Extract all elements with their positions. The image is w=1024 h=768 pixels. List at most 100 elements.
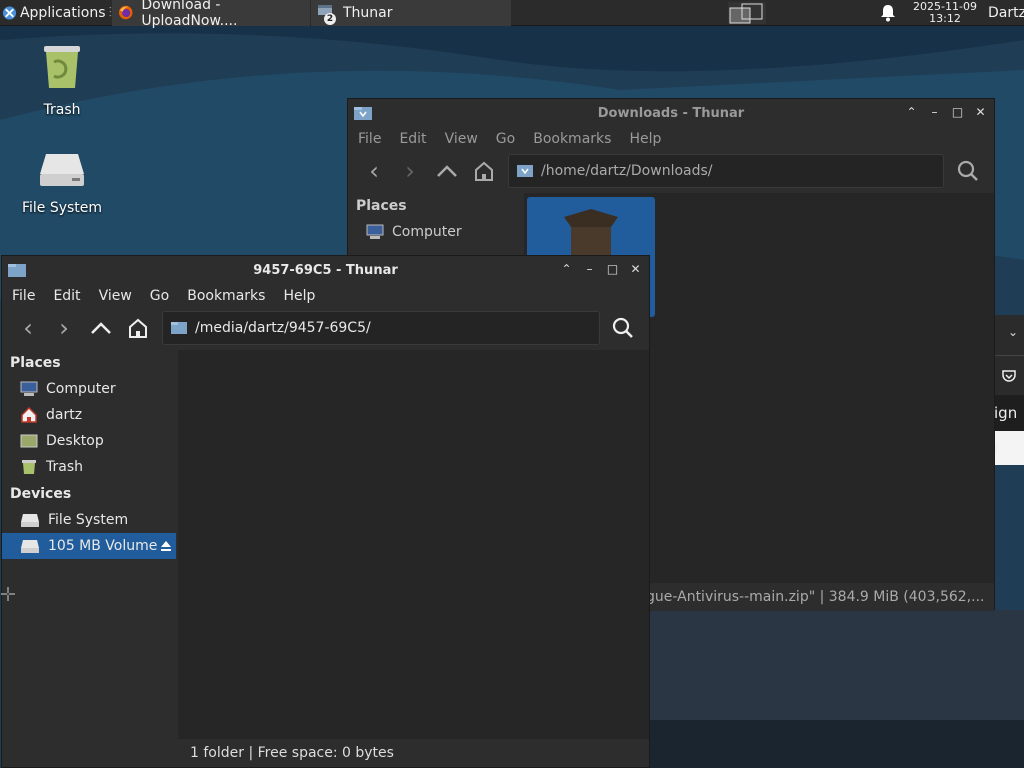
maximize-icon[interactable]: □ (605, 261, 620, 276)
home-icon[interactable] (124, 314, 152, 342)
location-path: /home/dartz/Downloads/ (541, 163, 713, 179)
firefox-icon (118, 5, 133, 20)
pocket-icon[interactable] (1002, 369, 1016, 383)
hard-drive-icon (21, 514, 39, 527)
minimize-icon[interactable]: – (927, 104, 942, 119)
drive-icon (21, 540, 39, 553)
search-icon[interactable] (954, 157, 982, 185)
taskbar-item-firefox[interactable]: Download - UploadNow.... (112, 0, 310, 29)
xfce-logo-icon (2, 5, 17, 20)
folder-icon (171, 322, 187, 334)
sidebar-item-trash[interactable]: Trash (2, 454, 176, 480)
hard-drive-icon (40, 154, 84, 186)
close-icon[interactable]: ✕ (973, 104, 988, 119)
workspace-switcher-icon[interactable] (728, 2, 766, 24)
sidebar-item-label: Computer (392, 224, 462, 240)
thunar-window-volume[interactable]: 9457-69C5 - Thunar ⌃ – □ ✕ File Edit Vie… (1, 255, 650, 768)
desktop-icon-label: Trash (43, 102, 81, 118)
mouse-cursor-icon (1, 587, 15, 601)
computer-icon (366, 224, 384, 239)
maximize-icon[interactable]: □ (950, 104, 965, 119)
minimize-icon[interactable]: – (582, 261, 597, 276)
desktop-icon-trash[interactable]: Trash (7, 40, 117, 118)
close-icon[interactable]: ✕ (628, 261, 643, 276)
applications-label: Applications (19, 4, 106, 21)
up-icon[interactable] (87, 314, 115, 342)
home-icon[interactable] (470, 157, 498, 185)
title-bar[interactable]: 9457-69C5 - Thunar ⌃ – □ ✕ (2, 256, 649, 284)
toolbar: ‹ › /media/dartz/9457-69C5/ (2, 308, 649, 348)
menu-bar: File Edit View Go Bookmarks Help (2, 284, 649, 308)
applications-menu[interactable]: Applications ⫶ (0, 0, 112, 26)
menu-help[interactable]: Help (629, 131, 661, 147)
home-folder-icon (21, 407, 37, 423)
menu-go[interactable]: Go (150, 288, 169, 304)
forward-icon[interactable]: › (396, 157, 424, 185)
trash-icon (44, 46, 80, 88)
thunar-group-icon: 2 (317, 4, 336, 25)
eject-icon[interactable] (160, 540, 172, 552)
file-view[interactable] (178, 350, 649, 739)
search-icon[interactable] (609, 314, 637, 342)
desktop-icon-filesystem[interactable]: File System (7, 150, 117, 216)
chevron-down-icon[interactable]: ⌄ (994, 315, 1024, 355)
places-header: Places (10, 355, 61, 371)
sidebar: Places Computer (348, 193, 522, 253)
sidebar-item-computer[interactable]: Computer (348, 219, 522, 245)
status-bar: 1 folder | Free space: 0 bytes (178, 739, 649, 767)
menu-help[interactable]: Help (283, 288, 315, 304)
sidebar-item-computer[interactable]: Computer (2, 376, 176, 402)
computer-icon (20, 381, 38, 396)
title-bar[interactable]: Downloads - Thunar ⌃ – □ ✕ (348, 99, 994, 127)
shade-icon[interactable]: ⌃ (559, 261, 574, 276)
menu-view[interactable]: View (99, 288, 132, 304)
taskbar-item-label: Download - UploadNow.... (141, 0, 238, 29)
menu-bookmarks[interactable]: Bookmarks (533, 131, 611, 147)
trash-icon (22, 460, 36, 474)
group-count-badge: 2 (324, 12, 336, 25)
user-menu[interactable]: Dartz (988, 0, 1024, 26)
window-title: Downloads - Thunar (597, 106, 745, 121)
sidebar: Places Computer dartz Desktop Trash Devi… (2, 350, 176, 767)
clock[interactable]: 2025-11-09 13:12 (905, 0, 985, 25)
taskbar-item-thunar[interactable]: 2 Thunar (311, 0, 511, 26)
sidebar-item-label: dartz (46, 407, 83, 423)
browser-window-peek[interactable]: ⌄ ign i (994, 315, 1024, 465)
toolbar: ‹ › /home/dartz/Downloads/ (348, 151, 994, 191)
back-icon[interactable]: ‹ (360, 157, 388, 185)
sidebar-item-filesystem[interactable]: File System (2, 507, 176, 533)
notification-bell-icon[interactable] (880, 4, 896, 22)
sign-in-text[interactable]: ign i (994, 395, 1024, 458)
folder-downloads-icon (517, 165, 533, 177)
location-path: /media/dartz/9457-69C5/ (195, 320, 371, 336)
menu-bar: File Edit View Go Bookmarks Help (348, 127, 994, 151)
sidebar-item-desktop[interactable]: Desktop (2, 428, 176, 454)
menu-edit[interactable]: Edit (399, 131, 426, 147)
sidebar-item-label: Trash (46, 459, 83, 475)
shade-icon[interactable]: ⌃ (904, 104, 919, 119)
menu-file[interactable]: File (12, 288, 35, 304)
menu-file[interactable]: File (358, 131, 381, 147)
up-icon[interactable] (433, 157, 461, 185)
clock-time: 13:12 (929, 12, 961, 25)
menu-edit[interactable]: Edit (53, 288, 80, 304)
back-icon[interactable]: ‹ (14, 314, 42, 342)
devices-header: Devices (10, 486, 72, 502)
location-bar[interactable]: /media/dartz/9457-69C5/ (162, 311, 600, 345)
package-icon (564, 209, 618, 257)
sidebar-item-volume[interactable]: 105 MB Volume (2, 533, 176, 559)
desktop-icon (20, 434, 38, 448)
sidebar-item-label: 105 MB Volume (48, 538, 158, 554)
menu-view[interactable]: View (445, 131, 478, 147)
sidebar-item-label: Desktop (46, 433, 104, 449)
taskbar-item-label: Thunar (343, 4, 393, 21)
menu-bookmarks[interactable]: Bookmarks (187, 288, 265, 304)
sidebar-item-label: Computer (46, 381, 116, 397)
location-bar[interactable]: /home/dartz/Downloads/ (508, 154, 944, 188)
sidebar-item-home[interactable]: dartz (2, 402, 176, 428)
window-title: 9457-69C5 - Thunar (253, 263, 398, 278)
top-panel: Applications ⫶ Download - UploadNow.... … (0, 0, 1024, 29)
places-header: Places (356, 198, 407, 214)
forward-icon[interactable]: › (50, 314, 78, 342)
menu-go[interactable]: Go (496, 131, 515, 147)
